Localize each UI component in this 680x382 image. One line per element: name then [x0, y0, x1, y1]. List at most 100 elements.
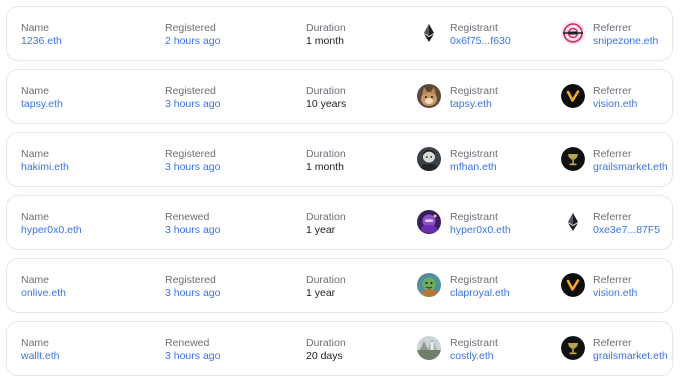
activity-row[interactable]: Name hakimi.eth Registered 3 hours ago Durat…: [6, 132, 673, 187]
referrer-column: Referrer vision.eth: [593, 274, 637, 299]
name-label: Name: [21, 274, 50, 286]
name-label: Name: [21, 148, 50, 160]
portrait-avatar[interactable]: [417, 147, 441, 171]
name-link[interactable]: hyper0x0.eth: [21, 224, 82, 236]
name-column: Name tapsy.eth: [21, 85, 63, 110]
registrant-label: Registrant: [450, 274, 498, 286]
duration-label: Duration: [306, 337, 346, 349]
snipezone-crosshair-avatar[interactable]: [561, 21, 585, 45]
name-column: Name onlive.eth: [21, 274, 66, 299]
time-link[interactable]: 3 hours ago: [165, 350, 220, 362]
name-link[interactable]: onlive.eth: [21, 287, 66, 299]
referrer-column: Referrer snipezone.eth: [593, 22, 658, 47]
referrer-label: Referrer: [593, 211, 632, 223]
referrer-link[interactable]: 0xe3e7...87F5: [593, 224, 660, 236]
name-label: Name: [21, 211, 50, 223]
action-label: Registered: [165, 148, 216, 160]
duration-column: Duration 1 year: [306, 211, 346, 236]
action-column: Registered 2 hours ago: [165, 22, 220, 47]
registrant-column: Registrant tapsy.eth: [450, 85, 498, 110]
registrant-label: Registrant: [450, 337, 498, 349]
referrer-label: Referrer: [593, 148, 632, 160]
registrant-column: Registrant mfhan.eth: [450, 148, 498, 173]
referrer-column: Referrer grailsmarket.eth: [593, 337, 668, 362]
action-label: Registered: [165, 85, 216, 97]
vision-logo-avatar[interactable]: [561, 84, 585, 108]
duration-value: 20 days: [306, 350, 343, 362]
referrer-link[interactable]: vision.eth: [593, 98, 637, 110]
action-label: Registered: [165, 274, 216, 286]
action-label: Registered: [165, 22, 216, 34]
activity-row[interactable]: Name onlive.eth Registered 3 hours ago Durat…: [6, 258, 673, 313]
grail-chalice-avatar[interactable]: [561, 336, 585, 360]
duration-column: Duration 1 year: [306, 274, 346, 299]
activity-row[interactable]: Name 1236.eth Registered 2 hours ago Duratio…: [6, 6, 673, 61]
time-link[interactable]: 3 hours ago: [165, 287, 220, 299]
registrant-link[interactable]: tapsy.eth: [450, 98, 498, 110]
name-link[interactable]: wallt.eth: [21, 350, 60, 362]
registrant-column: Registrant 0x6f75...f630: [450, 22, 511, 47]
name-link[interactable]: tapsy.eth: [21, 98, 63, 110]
action-column: Renewed 3 hours ago: [165, 211, 220, 236]
registrant-column: Registrant costly.eth: [450, 337, 498, 362]
referrer-column: Referrer 0xe3e7...87F5: [593, 211, 660, 236]
registrant-label: Registrant: [450, 85, 498, 97]
duration-value: 1 year: [306, 287, 336, 299]
duration-label: Duration: [306, 274, 346, 286]
referrer-label: Referrer: [593, 22, 632, 34]
duration-value: 1 year: [306, 224, 336, 236]
green-character-avatar[interactable]: [417, 273, 441, 297]
registrant-link[interactable]: costly.eth: [450, 350, 498, 362]
registrant-column: Registrant claproyal.eth: [450, 274, 510, 299]
ethereum-icon[interactable]: [417, 21, 441, 45]
activity-row[interactable]: Name wallt.eth Renewed 3 hours ago Duration 2…: [6, 321, 673, 376]
referrer-link[interactable]: grailsmarket.eth: [593, 350, 668, 362]
referrer-column: Referrer grailsmarket.eth: [593, 148, 668, 173]
registrant-link[interactable]: mfhan.eth: [450, 161, 498, 173]
registrant-label: Registrant: [450, 211, 498, 223]
referrer-label: Referrer: [593, 274, 632, 286]
landscape-avatar[interactable]: [417, 336, 441, 360]
time-link[interactable]: 3 hours ago: [165, 98, 220, 110]
name-column: Name 1236.eth: [21, 22, 62, 47]
name-label: Name: [21, 22, 50, 34]
duration-label: Duration: [306, 85, 346, 97]
registrant-label: Registrant: [450, 148, 498, 160]
action-column: Registered 3 hours ago: [165, 274, 220, 299]
name-column: Name hakimi.eth: [21, 148, 69, 173]
activity-row[interactable]: Name hyper0x0.eth Renewed 3 hours ago Durati…: [6, 195, 673, 250]
action-column: Renewed 3 hours ago: [165, 337, 220, 362]
referrer-link[interactable]: snipezone.eth: [593, 35, 658, 47]
action-column: Registered 3 hours ago: [165, 85, 220, 110]
cat-avatar[interactable]: [417, 84, 441, 108]
name-link[interactable]: 1236.eth: [21, 35, 62, 47]
referrer-link[interactable]: vision.eth: [593, 287, 637, 299]
name-link[interactable]: hakimi.eth: [21, 161, 69, 173]
time-link[interactable]: 2 hours ago: [165, 35, 220, 47]
ethereum-icon[interactable]: [561, 210, 585, 234]
registrant-column: Registrant hyper0x0.eth: [450, 211, 511, 236]
time-link[interactable]: 3 hours ago: [165, 224, 220, 236]
time-link[interactable]: 3 hours ago: [165, 161, 220, 173]
referrer-label: Referrer: [593, 337, 632, 349]
registrant-link[interactable]: hyper0x0.eth: [450, 224, 511, 236]
registrant-link[interactable]: claproyal.eth: [450, 287, 510, 299]
duration-label: Duration: [306, 148, 346, 160]
name-column: Name wallt.eth: [21, 337, 60, 362]
vision-logo-avatar[interactable]: [561, 273, 585, 297]
registrant-link[interactable]: 0x6f75...f630: [450, 35, 511, 47]
duration-label: Duration: [306, 211, 346, 223]
duration-column: Duration 1 month: [306, 22, 346, 47]
registrant-label: Registrant: [450, 22, 498, 34]
duration-value: 1 month: [306, 161, 344, 173]
referrer-link[interactable]: grailsmarket.eth: [593, 161, 668, 173]
grail-chalice-avatar[interactable]: [561, 147, 585, 171]
name-column: Name hyper0x0.eth: [21, 211, 82, 236]
action-label: Renewed: [165, 211, 210, 223]
duration-value: 10 years: [306, 98, 347, 110]
purple-character-avatar[interactable]: [417, 210, 441, 234]
name-label: Name: [21, 337, 50, 349]
action-column: Registered 3 hours ago: [165, 148, 220, 173]
duration-label: Duration: [306, 22, 346, 34]
activity-row[interactable]: Name tapsy.eth Registered 3 hours ago Durati…: [6, 69, 673, 124]
